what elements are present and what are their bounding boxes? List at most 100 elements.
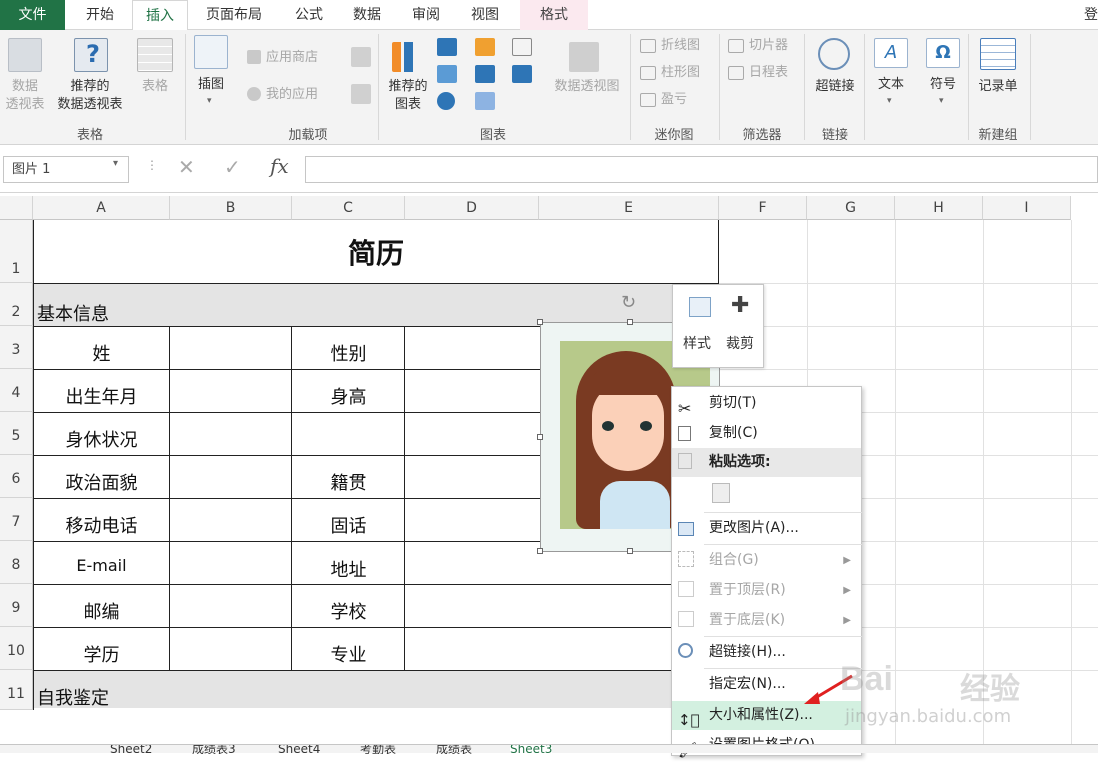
store-button[interactable]: 应用商店 [266, 49, 318, 67]
crop-icon[interactable]: ✚ [731, 293, 749, 318]
resize-handle[interactable] [537, 434, 543, 440]
tab-review[interactable]: 审阅 [398, 0, 454, 30]
row-header[interactable]: 7 [0, 498, 33, 541]
menu-item-change-picture[interactable]: 更改图片(A)... [672, 514, 861, 543]
column-chart-icon[interactable] [437, 38, 457, 56]
label-mobile: 移动电话 [65, 516, 138, 537]
my-apps-button[interactable]: 我的应用 [266, 86, 318, 104]
timeline-button[interactable]: 日程表 [749, 64, 788, 82]
sparkline-line-button[interactable]: 折线图 [661, 37, 700, 55]
menu-header-paste-options: 粘贴选项: [672, 448, 861, 477]
user-sign-in[interactable]: 登 [1084, 0, 1098, 30]
text-button[interactable]: 文本 [870, 76, 912, 94]
row-header[interactable]: 1 [0, 220, 33, 283]
formula-input[interactable] [305, 156, 1098, 183]
tab-format[interactable]: 格式 [520, 0, 588, 30]
question-icon: ? [86, 40, 100, 68]
row-header[interactable]: 10 [0, 627, 33, 670]
cancel-icon[interactable]: ✕ [178, 155, 195, 179]
menu-label: 更改图片(A)... [709, 520, 799, 536]
enter-icon[interactable]: ✓ [224, 155, 241, 179]
radar-chart-icon[interactable] [512, 38, 532, 56]
sparkline-column-button[interactable]: 柱形图 [661, 64, 700, 82]
sparkline-winloss-icon [640, 93, 656, 107]
slicer-button[interactable]: 切片器 [749, 37, 788, 55]
section-basic-info: 基本信息 [37, 304, 109, 325]
symbol-button[interactable]: 符号 [922, 76, 964, 94]
bar-chart-icon[interactable] [475, 38, 495, 56]
column-header[interactable]: F [719, 196, 807, 220]
tab-page-layout[interactable]: 页面布局 [193, 0, 275, 30]
row-header[interactable]: 2 [0, 283, 33, 326]
sparkline-winloss-button[interactable]: 盈亏 [661, 91, 687, 109]
tab-insert[interactable]: 插入 [132, 0, 188, 31]
group-icon [678, 551, 694, 567]
column-header[interactable]: I [983, 196, 1071, 220]
rotate-handle-icon[interactable]: ↻ [621, 292, 636, 313]
menu-item-hyperlink[interactable]: 超链接(H)... [672, 638, 861, 667]
paste-option-icon[interactable] [712, 483, 730, 503]
row-header[interactable]: 6 [0, 455, 33, 498]
bangs-shape [592, 371, 664, 395]
name-box[interactable]: 图片 1 [3, 156, 129, 183]
pivot-table-button[interactable]: 数据 透视表 [0, 78, 50, 114]
column-header[interactable]: A [33, 196, 170, 220]
worksheet-grid[interactable]: A B C D E F G H I 1 2 3 4 5 6 7 8 9 10 1… [0, 196, 1098, 753]
copy-icon [678, 426, 691, 441]
tab-home[interactable]: 开始 [72, 0, 128, 30]
more-icon: ⋮ [146, 158, 158, 172]
table-button[interactable]: 表格 [134, 78, 176, 96]
menu-label: 置于顶层(R) [709, 582, 786, 598]
tab-file[interactable]: 文件 [0, 0, 65, 30]
combo-chart-icon[interactable] [512, 65, 532, 83]
illustrations-button[interactable]: 插图 [190, 76, 232, 94]
change-picture-icon [678, 522, 694, 536]
row-header[interactable]: 3 [0, 326, 33, 369]
area-chart-icon[interactable] [475, 65, 495, 83]
label-height: 身高 [330, 387, 367, 408]
resize-handle[interactable] [627, 319, 633, 325]
resize-handle[interactable] [537, 548, 543, 554]
chevron-down-icon[interactable]: ▾ [113, 158, 118, 169]
pie-chart-icon[interactable] [437, 92, 455, 110]
separator [185, 34, 186, 140]
menu-item-copy[interactable]: 复制(C) [672, 419, 861, 448]
column-header[interactable]: H [895, 196, 983, 220]
scatter-chart-icon[interactable] [475, 92, 495, 110]
tab-data[interactable]: 数据 [339, 0, 395, 30]
recommended-pivot-button[interactable]: 推荐的 数据透视表 [50, 78, 130, 114]
pivot-chart-button[interactable]: 数据透视图 [548, 78, 626, 96]
row-header[interactable]: 9 [0, 584, 33, 627]
menu-label: 超链接(H)... [709, 644, 786, 660]
menu-item-cut[interactable]: ✂ 剪切(T) [672, 389, 861, 418]
tab-view[interactable]: 视图 [457, 0, 513, 30]
insert-function-icon[interactable]: fx [270, 154, 289, 178]
column-header[interactable]: C [292, 196, 405, 220]
eye-right [640, 421, 652, 431]
row-header[interactable]: 5 [0, 412, 33, 455]
tab-formulas[interactable]: 公式 [281, 0, 337, 30]
hyperlink-button[interactable]: 超链接 [808, 78, 862, 96]
column-header[interactable]: E [539, 196, 719, 220]
menu-label: 指定宏(N)... [709, 676, 786, 692]
recommended-charts-button[interactable]: 推荐的 图表 [382, 78, 434, 114]
row-header[interactable]: 4 [0, 369, 33, 412]
row-header[interactable]: 11 [0, 670, 33, 710]
menu-item-send-to-back[interactable]: 置于底层(K) ▶ [672, 606, 861, 635]
column-header[interactable]: D [405, 196, 539, 220]
style-button[interactable]: 样式 [683, 333, 711, 353]
row-header[interactable]: 8 [0, 541, 33, 584]
menu-item-group[interactable]: 组合(G) ▶ [672, 546, 861, 575]
picture-style-icon[interactable] [689, 297, 711, 317]
select-all-corner[interactable] [0, 196, 33, 220]
resize-handle[interactable] [627, 548, 633, 554]
column-header[interactable]: B [170, 196, 292, 220]
pivot-table-icon [8, 38, 42, 72]
form-button[interactable]: 记录单 [972, 78, 1024, 96]
line-chart-icon[interactable] [437, 65, 457, 83]
menu-item-bring-to-front[interactable]: 置于顶层(R) ▶ [672, 576, 861, 605]
pivot-chart-icon [569, 42, 599, 72]
crop-button[interactable]: 裁剪 [726, 333, 754, 353]
column-header[interactable]: G [807, 196, 895, 220]
resize-handle[interactable] [537, 319, 543, 325]
